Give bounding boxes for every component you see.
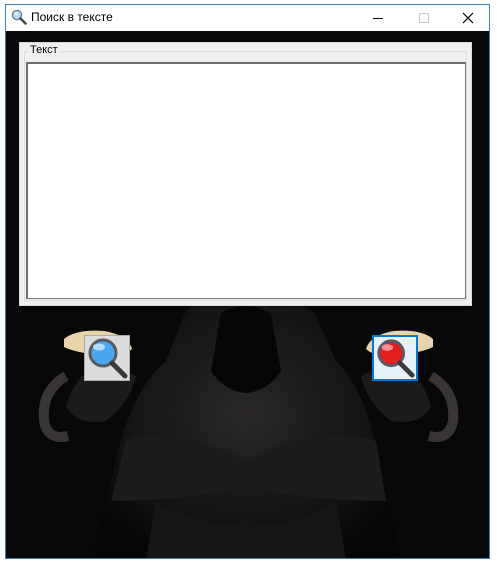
text-groupbox: Текст <box>19 42 472 306</box>
maximize-button[interactable] <box>401 5 447 31</box>
search-red-icon <box>377 339 415 378</box>
groupbox-label: Текст <box>28 44 60 56</box>
close-button[interactable] <box>445 5 489 31</box>
app-window: Поиск в тексте Текст <box>5 4 490 559</box>
search-blue-icon <box>88 338 128 379</box>
client-area: Текст <box>6 31 489 558</box>
search-button-blue[interactable] <box>84 335 130 381</box>
maximize-icon <box>419 13 429 23</box>
window-title: Поиск в тексте <box>31 10 113 24</box>
minimize-icon <box>373 18 383 19</box>
title-bar[interactable]: Поиск в тексте <box>6 5 489 31</box>
minimize-button[interactable] <box>355 5 401 31</box>
text-input-area[interactable] <box>26 62 466 299</box>
search-button-red[interactable] <box>372 335 418 381</box>
magnifier-icon <box>11 9 27 25</box>
close-icon <box>462 12 474 24</box>
